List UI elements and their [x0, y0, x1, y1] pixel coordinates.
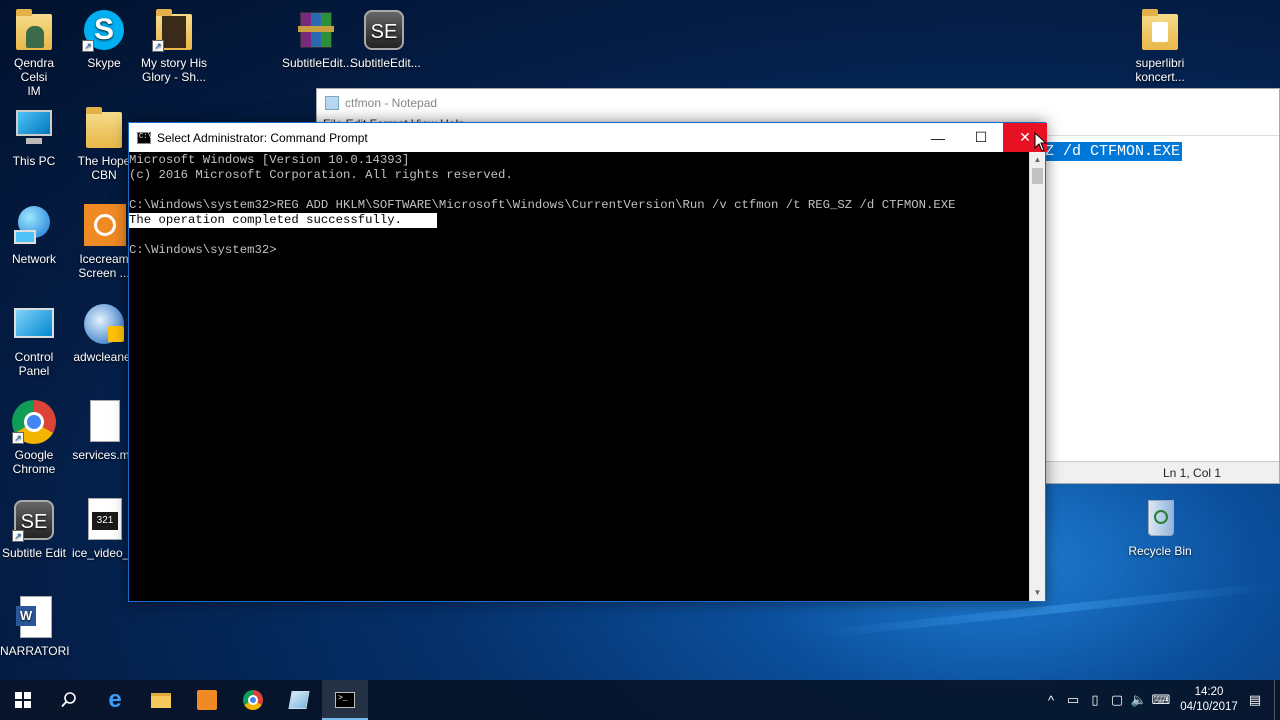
network-icon: [12, 204, 56, 248]
taskbar-file-explorer[interactable]: [138, 680, 184, 720]
desktop-icon-superlibri[interactable]: superlibri koncert...: [1126, 8, 1194, 84]
scroll-thumb[interactable]: [1032, 168, 1043, 184]
cmd-scrollbar[interactable]: ▲ ▼: [1029, 152, 1045, 601]
cmd-icon: C:\: [137, 131, 152, 144]
folder-icon: [82, 106, 126, 150]
action-center-icon[interactable]: ▤: [1242, 692, 1268, 708]
desktop-icon-controlpanel[interactable]: Control Panel: [0, 302, 68, 378]
notepad-selected-text: Z /d CTFMON.EXE: [1043, 142, 1183, 161]
subtitle-edit-icon: SE ↗: [12, 498, 56, 542]
edge-icon: e: [108, 686, 122, 713]
notepad-cursor-position: Ln 1, Col 1: [1163, 466, 1222, 480]
video-file-icon: 321: [82, 498, 126, 542]
adwcleaner-icon: [82, 302, 126, 346]
taskbar-icecream[interactable]: [184, 680, 230, 720]
command-prompt-window[interactable]: C:\ Select Administrator: Command Prompt…: [128, 122, 1047, 602]
taskbar-edge[interactable]: e: [92, 680, 138, 720]
maximize-button[interactable]: ☐: [960, 123, 1002, 152]
tray-message-icon[interactable]: ▢: [1106, 692, 1128, 708]
desktop-icon-chrome[interactable]: ↗ Google Chrome: [0, 400, 68, 476]
tray-keyboard-icon[interactable]: ⌨: [1150, 692, 1172, 708]
tray-chevron-up-icon[interactable]: ^: [1040, 693, 1062, 708]
notepad-title: ctfmon - Notepad: [345, 96, 438, 110]
cmd-titlebar[interactable]: C:\ Select Administrator: Command Prompt…: [129, 123, 1047, 152]
desktop-icon-qendra[interactable]: Qendra Celsi IM: [0, 8, 68, 98]
cmd-icon: >_: [335, 692, 355, 708]
system-tray: ^ ▭ ▯ ▢ 🔈 ⌨ 14:20 04/10/2017 ▤: [1040, 680, 1280, 720]
skype-icon: S ↗: [82, 8, 126, 52]
console-line: C:\Windows\system32>REG ADD HKLM\SOFTWAR…: [129, 198, 956, 212]
icecream-icon: [82, 204, 126, 248]
console-prompt: C:\Windows\system32>: [129, 243, 277, 257]
desktop-icon-subtitleedit[interactable]: SE ↗ Subtitle Edit: [0, 498, 68, 560]
clock-time: 14:20: [1194, 686, 1224, 698]
console-line: Microsoft Windows [Version 10.0.14393]: [129, 153, 410, 167]
folder-icon: [151, 692, 171, 708]
desktop-icon-subtitleedit-2[interactable]: SE SubtitleEdit...: [350, 8, 421, 70]
minimize-button[interactable]: —: [917, 123, 959, 152]
search-button[interactable]: [46, 680, 92, 720]
icecream-icon: [197, 690, 217, 710]
console-selection: The operation completed successfully.: [129, 213, 437, 228]
computer-icon: [12, 106, 56, 150]
taskbar-notepad[interactable]: [276, 680, 322, 720]
desktop-icon-skype[interactable]: S ↗ Skype: [70, 8, 138, 70]
desktop-icon-subtitleedit-rar[interactable]: SubtitleEdit...: [282, 8, 353, 70]
desktop-icon-recyclebin[interactable]: Recycle Bin: [1126, 496, 1194, 558]
desktop-icon-thispc[interactable]: This PC: [0, 106, 68, 168]
windows-logo-icon: [15, 692, 31, 708]
notepad-icon: [288, 691, 310, 709]
tray-volume-icon[interactable]: 🔈: [1128, 692, 1150, 708]
folder-music-icon: [1138, 8, 1182, 52]
desktop-icon-narratori[interactable]: W NARRATORI: [0, 596, 70, 658]
desktop-icon-network[interactable]: Network: [0, 204, 68, 266]
document-icon: [82, 400, 126, 444]
cmd-title: Select Administrator: Command Prompt: [157, 130, 368, 145]
tray-network-icon[interactable]: ▭: [1062, 692, 1084, 708]
console-output[interactable]: Microsoft Windows [Version 10.0.14393] (…: [129, 152, 1030, 601]
chrome-icon: ↗: [12, 400, 56, 444]
taskbar: e >_ ^ ▭ ▯ ▢ 🔈 ⌨ 14:20 04/10/2017 ▤: [0, 680, 1280, 720]
word-doc-icon: W: [12, 596, 56, 640]
mouse-cursor-icon: [1034, 132, 1048, 152]
notepad-icon: [325, 96, 339, 110]
taskbar-command-prompt[interactable]: >_: [322, 680, 368, 720]
notepad-titlebar[interactable]: ctfmon - Notepad: [317, 89, 1279, 117]
console-line: (c) 2016 Microsoft Corporation. All righ…: [129, 168, 513, 182]
scroll-up-icon[interactable]: ▲: [1030, 152, 1045, 168]
subtitle-edit-icon: SE: [362, 8, 406, 52]
scroll-down-icon[interactable]: ▼: [1030, 585, 1045, 601]
control-panel-icon: [12, 302, 56, 346]
tray-battery-icon[interactable]: ▯: [1084, 692, 1106, 708]
console-line-selected: The operation completed successfully.: [129, 213, 1030, 228]
show-desktop-button[interactable]: [1274, 680, 1280, 720]
folder-person-icon: [12, 8, 56, 52]
recycle-bin-icon: [1138, 496, 1182, 540]
clock-date: 04/10/2017: [1180, 701, 1238, 713]
desktop-icon-mystory[interactable]: ↗ My story His Glory - Sh...: [140, 8, 208, 84]
search-icon: [61, 692, 76, 708]
start-button[interactable]: [0, 680, 46, 720]
taskbar-chrome[interactable]: [230, 680, 276, 720]
winrar-icon: [294, 8, 338, 52]
chrome-icon: [243, 690, 263, 710]
video-folder-icon: ↗: [152, 8, 196, 52]
clock[interactable]: 14:20 04/10/2017: [1176, 685, 1242, 715]
